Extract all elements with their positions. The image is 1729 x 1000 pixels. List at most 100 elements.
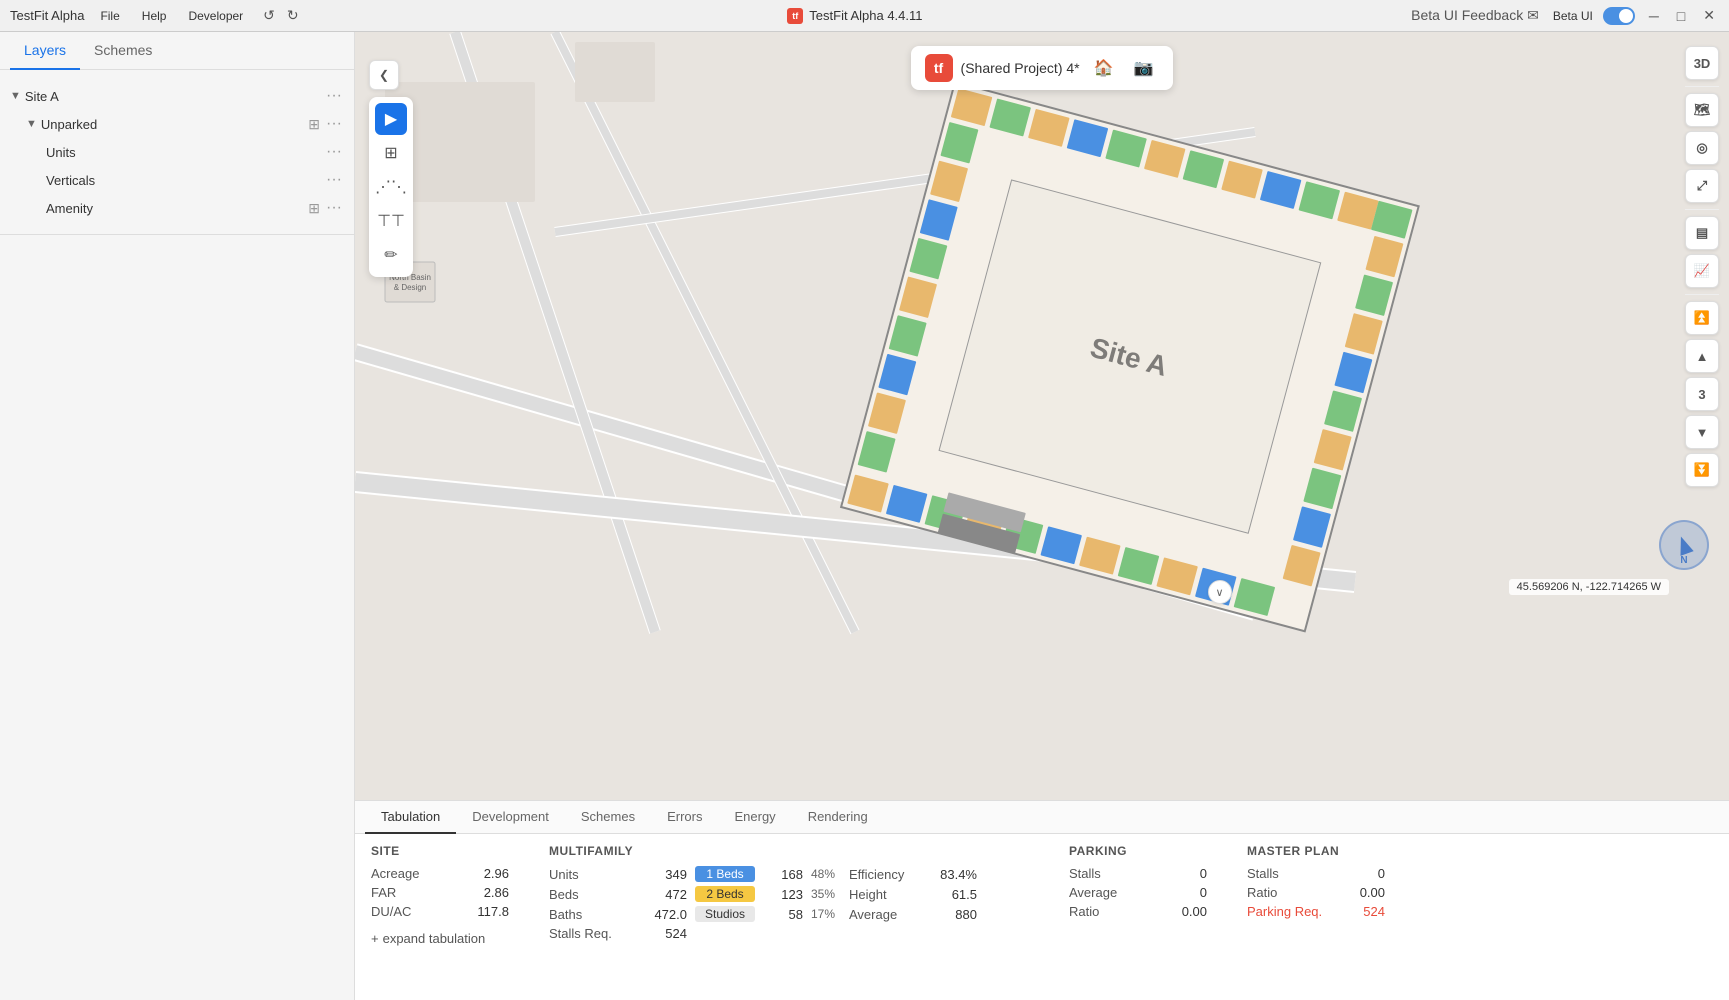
layer-units[interactable]: Units ··· bbox=[36, 138, 354, 166]
mf-baths-row: Baths 472.0 Studios 58 17% Average 880 bbox=[549, 906, 1029, 922]
up-double-button[interactable]: ⏫ bbox=[1685, 301, 1719, 335]
right-tools: 3D 🗺 ◎ ⤢ ▤ 📈 ⏫ ▲ 3 ▼ ⏬ bbox=[1685, 46, 1719, 487]
app-title-center: tf TestFit Alpha 4.4.11 bbox=[787, 8, 922, 24]
undo-button[interactable]: ↺ bbox=[259, 5, 279, 26]
amenity-grid-icon: ⊞ bbox=[308, 200, 320, 217]
expand-map-button[interactable]: ⤢ bbox=[1685, 169, 1719, 203]
left-tools: ▶ ⊞ ⋰⋱ ⊤⊤ ✏ bbox=[369, 97, 413, 277]
tab-layers[interactable]: Layers bbox=[10, 32, 80, 70]
layers-view-button[interactable]: ▤ bbox=[1685, 216, 1719, 250]
down-single-button[interactable]: ▼ bbox=[1685, 415, 1719, 449]
location-button[interactable]: ◎ bbox=[1685, 131, 1719, 165]
mp-stalls-row: Stalls 0 bbox=[1247, 866, 1385, 881]
mf-beds-pct: 35% bbox=[811, 887, 841, 901]
mf-stalls-row: Stalls Req. 524 bbox=[549, 926, 1029, 941]
mf-baths-value: 472.0 bbox=[647, 907, 687, 922]
parking-ratio-label: Ratio bbox=[1069, 904, 1159, 919]
tab-energy[interactable]: Energy bbox=[718, 801, 791, 834]
tab-tabulation[interactable]: Tabulation bbox=[365, 801, 456, 834]
mf-units-subval: 83.4% bbox=[937, 867, 977, 882]
tab-rendering[interactable]: Rendering bbox=[792, 801, 884, 834]
verticals-more-icon[interactable]: ··· bbox=[324, 171, 344, 189]
layer-unparked[interactable]: ▼ Unparked ⊞ ··· bbox=[16, 110, 354, 138]
site-acreage-row: Acreage 2.96 bbox=[371, 866, 509, 881]
mf-units-value: 349 bbox=[647, 867, 687, 882]
collapse-panel-button[interactable]: ❮ bbox=[369, 60, 399, 90]
left-panel: Layers Schemes ▼ Site A ··· ▼ Unparked ⊞… bbox=[0, 32, 355, 1000]
far-value: 2.86 bbox=[469, 885, 509, 900]
view-3d-button[interactable]: 3D bbox=[1685, 46, 1719, 80]
map-header: ❮ tf (Shared Project) 4* 🏠 📷 bbox=[355, 46, 1729, 90]
units-group: Units ··· Verticals ··· Amenity ⊞ ··· bbox=[16, 138, 354, 222]
parking-stalls-row: Stalls 0 bbox=[1069, 866, 1207, 881]
amenity-label: Amenity bbox=[46, 201, 308, 216]
parking-average-value: 0 bbox=[1167, 885, 1207, 900]
master-plan-title: MASTER PLAN bbox=[1247, 844, 1385, 858]
beta-feedback-button[interactable]: Beta UI Feedback ✉ bbox=[1407, 5, 1543, 26]
fence-tool-button[interactable]: ⊤⊤ bbox=[375, 205, 407, 237]
duac-label: DU/AC bbox=[371, 904, 461, 919]
unparked-label: Unparked bbox=[41, 117, 308, 132]
tab-errors[interactable]: Errors bbox=[651, 801, 718, 834]
mf-beds-count: 123 bbox=[763, 887, 803, 902]
map-svg: Site A North Basin & Design bbox=[355, 32, 1729, 800]
site-a-more-icon[interactable]: ··· bbox=[324, 87, 344, 105]
beta-ui-toggle[interactable] bbox=[1603, 7, 1635, 25]
up-single-button[interactable]: ▲ bbox=[1685, 339, 1719, 373]
bottom-panel: Tabulation Development Schemes Errors En… bbox=[355, 800, 1729, 1000]
amenity-more-icon[interactable]: ··· bbox=[324, 199, 344, 217]
expand-chevron-button[interactable]: ∨ bbox=[1208, 580, 1232, 604]
expand-tabulation-button[interactable]: + expand tabulation bbox=[371, 929, 509, 948]
unparked-group: ▼ Unparked ⊞ ··· Units ··· Verticals ··· bbox=[0, 110, 354, 222]
duac-value: 117.8 bbox=[469, 904, 509, 919]
tab-schemes[interactable]: Schemes bbox=[80, 32, 166, 70]
compass-arrow bbox=[1674, 534, 1693, 556]
minimize-button[interactable]: ─ bbox=[1645, 6, 1663, 26]
maximize-button[interactable]: □ bbox=[1673, 6, 1689, 26]
site-title: SITE bbox=[371, 844, 509, 858]
close-button[interactable]: ✕ bbox=[1699, 5, 1719, 26]
bottom-expand: ∨ bbox=[710, 580, 1729, 604]
mp-ratio-row: Ratio 0.00 bbox=[1247, 885, 1385, 900]
tab-schemes[interactable]: Schemes bbox=[565, 801, 651, 834]
home-button[interactable]: 🏠 bbox=[1088, 54, 1120, 82]
expand-site-a-icon: ▼ bbox=[10, 90, 21, 102]
select-tool-button[interactable]: ▶ bbox=[375, 103, 407, 135]
unparked-more-icon[interactable]: ··· bbox=[324, 115, 344, 133]
parking-ratio-value: 0.00 bbox=[1167, 904, 1207, 919]
mp-parking-req-value: 524 bbox=[1345, 904, 1385, 919]
unparked-grid-icon: ⊞ bbox=[308, 116, 320, 133]
camera-button[interactable]: 📷 bbox=[1128, 54, 1160, 82]
map-view-button[interactable]: 🗺 bbox=[1685, 93, 1719, 127]
menu-help[interactable]: Help bbox=[136, 7, 173, 25]
path-tool-button[interactable]: ⋰⋱ bbox=[375, 171, 407, 203]
right-tools-sep3 bbox=[1685, 294, 1719, 295]
map-area[interactable]: Site A North Basin & Design ❮ tf (Shared… bbox=[355, 32, 1729, 800]
mp-stalls-label: Stalls bbox=[1247, 866, 1337, 881]
units-more-icon[interactable]: ··· bbox=[324, 143, 344, 161]
beta-feedback-label: Beta UI Feedback bbox=[1411, 7, 1523, 23]
tab-development[interactable]: Development bbox=[456, 801, 565, 834]
right-tools-sep1 bbox=[1685, 86, 1719, 87]
layer-site-a[interactable]: ▼ Site A ··· bbox=[0, 82, 354, 110]
measure-tool-button[interactable]: ✏ bbox=[375, 239, 407, 271]
mf-units-badge: 1 Beds bbox=[695, 866, 755, 882]
layer-amenity[interactable]: Amenity ⊞ ··· bbox=[36, 194, 354, 222]
mp-parking-req-row: Parking Req. 524 bbox=[1247, 904, 1385, 919]
tf-logo: tf bbox=[925, 54, 953, 82]
building-tool-button[interactable]: ⊞ bbox=[375, 137, 407, 169]
site-duac-row: DU/AC 117.8 bbox=[371, 904, 509, 919]
expand-unparked-icon: ▼ bbox=[26, 118, 37, 130]
chart-button[interactable]: 📈 bbox=[1685, 254, 1719, 288]
menu-developer[interactable]: Developer bbox=[182, 7, 249, 25]
down-double-button[interactable]: ⏬ bbox=[1685, 453, 1719, 487]
panel-tabs: Layers Schemes bbox=[0, 32, 354, 70]
layer-verticals[interactable]: Verticals ··· bbox=[36, 166, 354, 194]
menu-file[interactable]: File bbox=[94, 7, 125, 25]
redo-button[interactable]: ↻ bbox=[283, 5, 303, 26]
app-version-label: TestFit Alpha 4.4.11 bbox=[809, 8, 922, 23]
mf-beds-subval: 61.5 bbox=[937, 887, 977, 902]
mf-beds-label: Beds bbox=[549, 887, 639, 902]
parking-stalls-value: 0 bbox=[1167, 866, 1207, 881]
mp-ratio-value: 0.00 bbox=[1345, 885, 1385, 900]
